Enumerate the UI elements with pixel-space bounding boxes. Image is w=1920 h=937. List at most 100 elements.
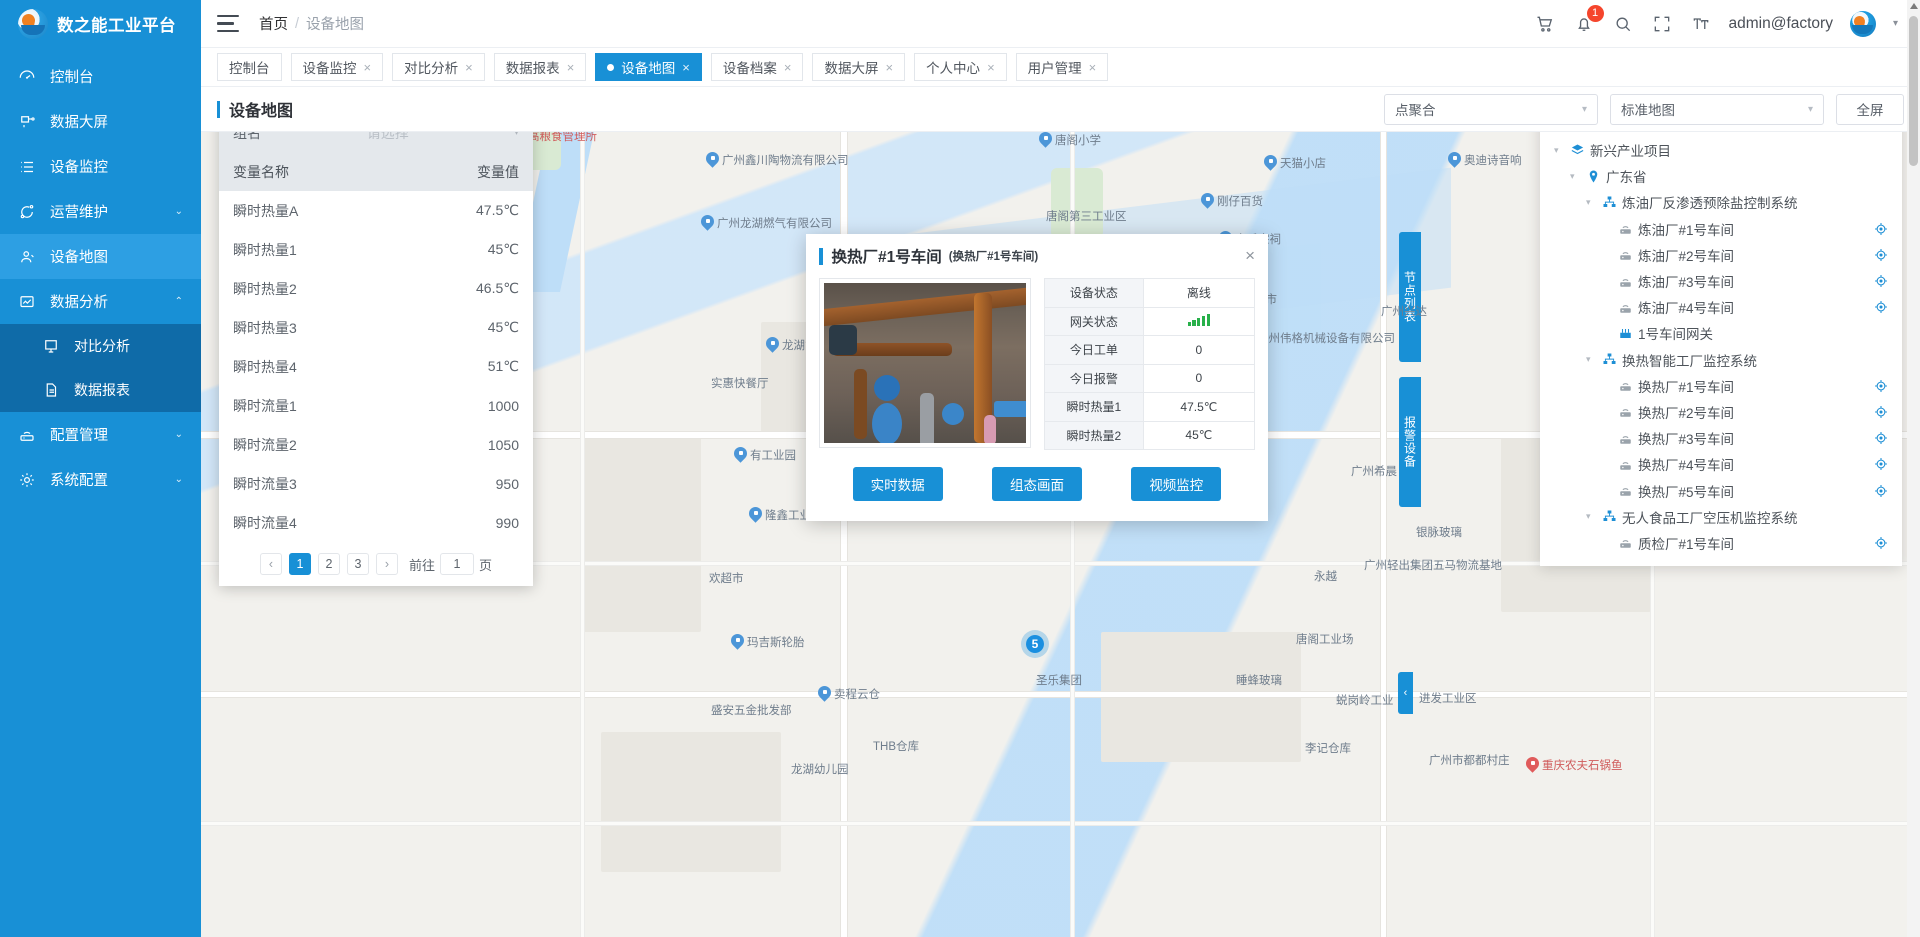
variable-row[interactable]: 瞬时热量345℃ [219, 308, 533, 347]
map-pin-icon[interactable] [731, 634, 744, 650]
font-size-icon[interactable] [1690, 13, 1712, 35]
fullscreen-button[interactable]: 全屏 [1836, 94, 1904, 125]
variable-row[interactable]: 瞬时热量A47.5℃ [219, 191, 533, 230]
map-pin-icon[interactable] [1039, 132, 1052, 148]
tree-node[interactable]: ▾新兴产业项目 [1554, 137, 1888, 163]
locate-icon[interactable] [1874, 248, 1888, 262]
map-pin-icon[interactable] [749, 507, 762, 523]
variable-row[interactable]: 瞬时热量246.5℃ [219, 269, 533, 308]
map-pin-icon[interactable] [734, 447, 747, 463]
tree-node[interactable]: 换热厂#3号车间 [1554, 425, 1888, 451]
map-panel-collapse-handle[interactable]: ‹ [1398, 672, 1413, 714]
page-button-1[interactable]: 1 [289, 553, 311, 575]
chevron-down-icon[interactable]: ▾ [1586, 197, 1600, 208]
close-icon[interactable]: × [1245, 246, 1255, 266]
close-icon[interactable]: × [682, 60, 690, 75]
sidebar-item-bigscreen[interactable]: 数据大屏 [0, 99, 201, 144]
tab-device-monitor[interactable]: 设备监控× [291, 53, 384, 81]
chevron-down-icon[interactable]: ▾ [1586, 511, 1600, 522]
tree-node[interactable]: 换热厂#2号车间 [1554, 399, 1888, 425]
map-pin-icon[interactable] [1264, 155, 1277, 171]
tree-node[interactable]: 炼油厂#2号车间 [1554, 242, 1888, 268]
tree-node[interactable]: 换热厂#1号车间 [1554, 373, 1888, 399]
variable-row[interactable]: 瞬时流量11000 [219, 386, 533, 425]
sidebar-item-devicemap[interactable]: 设备地图 [0, 234, 201, 279]
sidebar-item-monitor[interactable]: 设备监控 [0, 144, 201, 189]
map-cluster-marker[interactable]: 5 [1021, 630, 1049, 658]
breadcrumb-home[interactable]: 首页 [259, 13, 288, 34]
locate-icon[interactable] [1874, 405, 1888, 419]
locate-icon[interactable] [1874, 274, 1888, 288]
search-icon[interactable] [1612, 13, 1634, 35]
page-next-button[interactable]: › [376, 553, 398, 575]
chevron-down-icon[interactable]: ▾ [1586, 354, 1600, 365]
fullscreen-icon[interactable] [1651, 13, 1673, 35]
variable-row[interactable]: 瞬时流量4990 [219, 503, 533, 542]
variable-row[interactable]: 瞬时热量451℃ [219, 347, 533, 386]
locate-icon[interactable] [1874, 222, 1888, 236]
tree-node[interactable]: 质检厂#1号车间 [1554, 530, 1888, 556]
sidebar-item-compare[interactable]: 对比分析 [0, 324, 201, 368]
cart-icon[interactable] [1534, 13, 1556, 35]
scroll-up-arrow-icon[interactable] [1910, 3, 1918, 9]
map-pin-icon[interactable] [706, 152, 719, 168]
close-icon[interactable]: × [364, 60, 372, 75]
tab-big-screen[interactable]: 数据大屏× [812, 53, 905, 81]
map-side-tab-alarmdevice[interactable]: 报警设备 [1399, 377, 1421, 507]
realtime-data-button[interactable]: 实时数据 [853, 467, 943, 501]
tree-node[interactable]: ▾无人食品工厂空压机监控系统 [1554, 504, 1888, 530]
locate-icon[interactable] [1874, 536, 1888, 550]
sidebar-item-report[interactable]: 数据报表 [0, 368, 201, 412]
locate-icon[interactable] [1874, 431, 1888, 445]
maptype-select[interactable]: 标准地图 ▾ [1610, 94, 1824, 125]
avatar[interactable] [1850, 11, 1876, 37]
map-pin-icon[interactable] [1201, 193, 1214, 209]
chevron-down-icon[interactable]: ▾ [1570, 171, 1584, 182]
scrollbar-thumb[interactable] [1909, 16, 1918, 166]
tab-device-archive[interactable]: 设备档案× [711, 53, 804, 81]
tab-data-report[interactable]: 数据报表× [494, 53, 587, 81]
sidebar-item-sysconfig[interactable]: 系统配置 ⌄ [0, 457, 201, 502]
map-pin-icon[interactable] [766, 337, 779, 353]
cluster-select[interactable]: 点聚合 ▾ [1384, 94, 1598, 125]
map-side-tab-nodelist[interactable]: 节点列表 [1399, 232, 1421, 362]
tree-node[interactable]: 炼油厂#4号车间 [1554, 294, 1888, 320]
map-pin-icon[interactable] [701, 215, 714, 231]
map-pin-icon[interactable] [1448, 152, 1461, 168]
tree-node[interactable]: ▾广东省 [1554, 163, 1888, 189]
close-icon[interactable]: × [1089, 60, 1097, 75]
sidebar-item-maintenance[interactable]: 运营维护 ⌄ [0, 189, 201, 234]
page-scrollbar[interactable] [1907, 0, 1920, 937]
variable-row[interactable]: 瞬时热量145℃ [219, 230, 533, 269]
chevron-down-icon[interactable]: ▾ [1554, 145, 1568, 156]
variable-row[interactable]: 瞬时流量21050 [219, 425, 533, 464]
page-button-3[interactable]: 3 [347, 553, 369, 575]
sidebar-item-configmgmt[interactable]: 配置管理 ⌄ [0, 412, 201, 457]
tree-node[interactable]: 换热厂#4号车间 [1554, 451, 1888, 477]
tree-node[interactable]: ▾换热智能工厂监控系统 [1554, 347, 1888, 373]
variable-row[interactable]: 瞬时流量3950 [219, 464, 533, 503]
locate-icon[interactable] [1874, 379, 1888, 393]
tree-node[interactable]: 1号车间网关 [1554, 320, 1888, 346]
tab-personal-center[interactable]: 个人中心× [914, 53, 1007, 81]
close-icon[interactable]: × [784, 60, 792, 75]
close-icon[interactable]: × [987, 60, 995, 75]
sidebar-item-analysis[interactable]: 数据分析 ⌃ [0, 279, 201, 324]
locate-icon[interactable] [1874, 300, 1888, 314]
page-prev-button[interactable]: ‹ [260, 553, 282, 575]
page-goto-input[interactable] [440, 553, 474, 575]
tree-node[interactable]: ▾炼油厂反渗透预除盐控制系统 [1554, 189, 1888, 215]
tree-node[interactable]: 炼油厂#1号车间 [1554, 216, 1888, 242]
tree-node[interactable]: 换热厂#5号车间 [1554, 477, 1888, 503]
bell-icon[interactable]: 1 [1573, 13, 1595, 35]
scada-view-button[interactable]: 组态画面 [992, 467, 1082, 501]
tab-console[interactable]: 控制台 [217, 53, 282, 81]
map-pin-icon[interactable] [818, 686, 831, 702]
chevron-down-icon[interactable]: ▾ [1893, 18, 1898, 29]
map-pin-icon[interactable] [1526, 757, 1539, 773]
close-icon[interactable]: × [465, 60, 473, 75]
close-icon[interactable]: × [567, 60, 575, 75]
close-icon[interactable]: × [885, 60, 893, 75]
menu-toggle-icon[interactable] [217, 15, 239, 33]
sidebar-item-console[interactable]: 控制台 [0, 54, 201, 99]
